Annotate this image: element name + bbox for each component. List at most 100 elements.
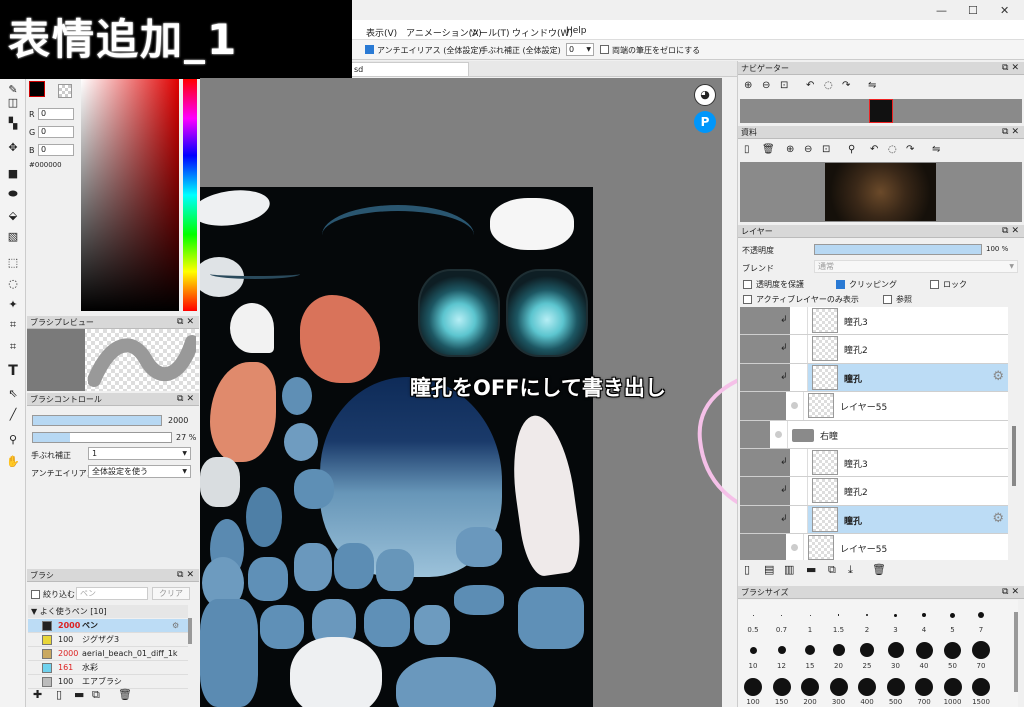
flip-icon[interactable]: ⇋ — [868, 80, 876, 91]
brush-antialias-select[interactable]: 全体設定を使う ▼ — [88, 465, 191, 478]
add-brush-icon[interactable]: ✚ — [33, 688, 42, 701]
brush-size-dot[interactable] — [781, 614, 782, 616]
brush-size-dot[interactable] — [866, 614, 868, 616]
brush-size-dot[interactable] — [772, 678, 791, 696]
b-input[interactable]: 0 — [38, 144, 74, 156]
filter-checkbox[interactable] — [31, 590, 40, 599]
zero-pressure-checkbox[interactable] — [600, 45, 609, 54]
reference-checkbox[interactable] — [883, 295, 892, 304]
layer-row[interactable]: ↲ 瞳孔2 — [740, 335, 1008, 364]
stabilizer-select[interactable]: 0 ▼ — [566, 43, 594, 56]
new-brush-icon[interactable]: ▯ — [56, 688, 62, 701]
brush-item[interactable]: 100 ジグザグ3 — [28, 633, 188, 647]
clear-button[interactable]: クリア — [152, 587, 190, 600]
brush-size-dot[interactable] — [894, 613, 897, 617]
blur-tool-icon[interactable]: ⬬ — [4, 185, 22, 203]
trash-icon[interactable]: 🗑 — [762, 144, 775, 155]
avatar-icon[interactable]: ◕ — [694, 84, 716, 106]
layer-row[interactable]: ↲ 瞳孔 ⚙ — [740, 505, 1008, 535]
fit-icon[interactable]: ⊡ — [822, 144, 830, 155]
brush-size-dot[interactable] — [744, 678, 762, 696]
brush-size-dot[interactable] — [858, 678, 876, 696]
minimize-button[interactable]: — — [936, 4, 947, 17]
bucket-tool-icon[interactable]: ⬙ — [4, 206, 22, 224]
gear-icon[interactable]: ⚙ — [992, 511, 1004, 526]
panel-controls-icon[interactable]: ⧉✕ — [177, 393, 197, 406]
hand-tool-icon[interactable]: ✋ — [4, 452, 22, 470]
transparent-color-swatch[interactable] — [58, 84, 72, 98]
saturation-value-picker[interactable] — [81, 79, 179, 311]
fit-icon[interactable]: ⊡ — [780, 80, 788, 91]
visibility-toggle[interactable] — [790, 363, 808, 392]
brush-size-dot[interactable] — [972, 678, 990, 696]
layer-row[interactable]: レイヤー55 — [740, 534, 1008, 560]
brush-group-header[interactable]: ▼ よく使うペン [10] — [28, 605, 188, 618]
panel-controls-icon[interactable]: ⧉✕ — [1002, 586, 1022, 599]
zoom-in-icon[interactable]: ⊕ — [786, 144, 794, 155]
panel-controls-icon[interactable]: ⧉✕ — [1002, 62, 1022, 75]
gear-icon[interactable]: ⚙ — [992, 369, 1004, 384]
visibility-toggle[interactable] — [790, 335, 808, 363]
new-layer-1bit-icon[interactable]: ▥ — [784, 563, 794, 576]
zoom-in-icon[interactable]: ⊕ — [744, 80, 752, 91]
new-layer-icon[interactable]: ▯ — [744, 563, 750, 576]
visibility-toggle[interactable] — [790, 505, 808, 534]
merge-down-icon[interactable]: ⤓ — [848, 563, 853, 577]
panel-controls-icon[interactable]: ⧉✕ — [177, 569, 197, 582]
menu-tool[interactable]: ツール(T) — [470, 26, 510, 39]
maximize-button[interactable]: ☐ — [968, 4, 978, 17]
move-tool-icon[interactable]: ✥ — [4, 138, 22, 156]
visibility-toggle[interactable] — [770, 420, 788, 448]
flip-icon[interactable]: ⇋ — [932, 144, 940, 155]
brush-stabilizer-select[interactable]: 1 ▼ — [88, 447, 191, 460]
eyedropper-icon[interactable]: ⚲ — [4, 430, 22, 448]
select-eraser-icon[interactable]: ⌗ — [4, 338, 22, 356]
visibility-toggle[interactable] — [786, 534, 804, 560]
layer-opacity-slider[interactable] — [814, 244, 982, 255]
layer-row[interactable]: レイヤー55 — [740, 392, 1008, 421]
rotate-right-icon[interactable]: ↷ — [906, 144, 914, 155]
layer-row[interactable]: ↲ 瞳孔2 — [740, 477, 1008, 506]
new-file-icon[interactable]: ▯ — [744, 144, 750, 155]
eraser-tool-icon[interactable]: ◫ — [4, 93, 22, 111]
brush-size-dot[interactable] — [829, 678, 848, 696]
menu-view[interactable]: 表示(V) — [366, 26, 397, 39]
magic-wand-icon[interactable]: ✦ — [4, 295, 22, 313]
brush-size-dot[interactable] — [915, 678, 933, 696]
brush-size-dot[interactable] — [777, 646, 786, 654]
new-layer-8bit-icon[interactable]: ▤ — [764, 563, 774, 576]
layer-row[interactable]: ↲ 瞳孔3 — [740, 307, 1008, 336]
visibility-toggle[interactable] — [786, 392, 804, 420]
filter-input[interactable]: ペン — [76, 587, 148, 600]
lasso-tool-icon[interactable]: ◌ — [4, 274, 22, 292]
operation-tool-icon[interactable]: ⇖ — [4, 384, 22, 402]
brush-item[interactable]: 2000 aerial_beach_01_diff_1k — [28, 647, 188, 661]
panel-controls-icon[interactable]: ⧉✕ — [1002, 126, 1022, 139]
brush-size-dot[interactable] — [887, 642, 904, 658]
menu-window[interactable]: ウィンドウ(W) — [512, 26, 573, 39]
visibility-toggle[interactable] — [790, 307, 808, 335]
brush-size-dot[interactable] — [978, 612, 984, 618]
brush-size-dot[interactable] — [752, 614, 754, 616]
close-button[interactable]: ✕ — [1000, 4, 1009, 17]
brush-size-dot[interactable] — [950, 612, 955, 618]
brush-item[interactable]: 161 水彩 — [28, 661, 188, 675]
pixiv-icon[interactable]: P — [694, 111, 716, 133]
brush-item[interactable]: 2000 ペン ⚙ — [28, 619, 188, 633]
select-rect-icon[interactable]: ⬚ — [4, 253, 22, 271]
brush-size-dot[interactable] — [860, 643, 874, 657]
clipping-checkbox[interactable] — [836, 280, 845, 289]
trash-icon[interactable]: 🗑 — [118, 688, 132, 701]
duplicate-layer-icon[interactable]: ⧉ — [828, 563, 836, 577]
g-input[interactable]: 0 — [38, 126, 74, 138]
panel-controls-icon[interactable]: ⧉✕ — [1002, 225, 1022, 238]
menu-help[interactable]: Help — [566, 26, 587, 36]
rotate-left-icon[interactable]: ↶ — [806, 80, 814, 91]
brush-size-dot[interactable] — [832, 644, 845, 656]
visibility-toggle[interactable] — [790, 449, 808, 477]
blend-select[interactable]: 通常 ▼ — [814, 260, 1018, 273]
select-pen-icon[interactable]: ⌗ — [4, 316, 22, 334]
foreground-color-swatch[interactable] — [29, 81, 45, 97]
delete-layer-icon[interactable]: 🗑 — [872, 563, 886, 576]
brush-size-dot[interactable] — [922, 613, 926, 617]
